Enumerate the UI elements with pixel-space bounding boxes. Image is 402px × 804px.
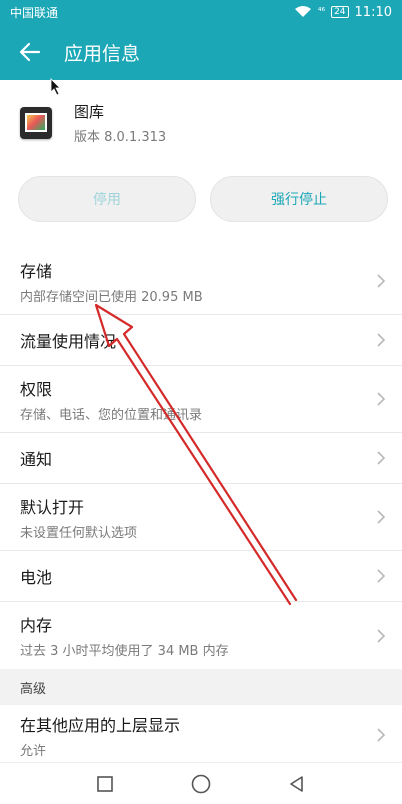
page-title: 应用信息 [64,42,141,65]
settings-list: 存储 内部存储空间已使用 20.95 MB 流量使用情况 权限 存储、电话、您的… [0,248,402,765]
carrier-label: 中国联通 [10,5,59,20]
list-item-label: 在其他应用的上层显示 [20,715,181,735]
list-item-data-usage[interactable]: 流量使用情况 [0,315,402,366]
list-item-sublabel: 内部存储空间已使用 20.95 MB [20,289,203,305]
list-item-label: 存储 [20,261,53,281]
list-item-sublabel: 过去 3 小时平均使用了 34 MB 内存 [20,644,229,659]
list-item-open-by-default[interactable]: 默认打开 未设置任何默认选项 [0,484,402,551]
list-item-memory[interactable]: 内存 过去 3 小时平均使用了 34 MB 内存 [0,602,402,669]
list-item-sublabel: 允许 [20,743,47,759]
signal-label: ⁴⁶ [317,7,326,17]
back-nav-button[interactable] [286,773,308,795]
chevron-right-icon [377,392,386,406]
battery-level: 24 [334,7,346,17]
status-bar: 中国联通 ⁴⁶ 24 11:10 [0,0,402,24]
list-item-label: 内存 [20,616,53,635]
battery-icon: 24 [331,6,349,18]
system-nav-bar [0,762,402,804]
back-arrow-icon [19,42,41,62]
list-item-notifications[interactable]: 通知 [0,433,402,484]
list-item-sublabel: 未设置任何默认选项 [20,525,138,541]
list-item-label: 电池 [20,568,53,587]
disable-button: 停用 [18,176,196,222]
force-stop-button[interactable]: 强行停止 [210,176,388,222]
list-item-permissions[interactable]: 权限 存储、电话、您的位置和通讯录 [0,366,402,433]
gallery-app-icon [20,107,52,139]
list-item-label: 通知 [20,450,53,469]
list-item-battery[interactable]: 电池 [0,551,402,602]
list-item-sublabel: 存储、电话、您的位置和通讯录 [20,407,203,423]
list-item-label: 权限 [20,379,53,399]
app-name: 图库 [74,103,105,121]
chevron-right-icon [377,728,386,742]
home-button[interactable] [190,773,212,795]
list-item-draw-over-apps[interactable]: 在其他应用的上层显示 允许 [0,705,402,765]
chevron-right-icon [377,274,386,288]
chevron-right-icon [377,510,386,524]
mouse-cursor-icon [50,78,61,96]
clock: 11:10 [354,4,392,20]
app-bar: 应用信息 [0,24,402,80]
chevron-right-icon [377,451,386,465]
app-meta: 图库 版本 8.0.1.313 [74,101,166,145]
circle-icon [191,774,211,793]
chevron-right-icon [377,333,386,347]
triangle-back-icon [290,775,303,792]
action-buttons: 停用 强行停止 [0,176,402,226]
square-icon [97,775,113,792]
chevron-right-icon [377,628,386,643]
back-button[interactable] [0,24,60,80]
recents-button[interactable] [94,773,116,795]
chevron-right-icon [377,569,386,583]
section-header-advanced: 高级 [0,669,402,705]
status-icons: ⁴⁶ 24 11:10 [294,5,392,20]
list-item-storage[interactable]: 存储 内部存储空间已使用 20.95 MB [0,248,402,315]
wifi-icon [294,6,311,17]
list-item-label: 默认打开 [20,497,85,517]
list-item-label: 流量使用情况 [20,332,117,351]
app-version: 版本 8.0.1.313 [74,130,167,145]
